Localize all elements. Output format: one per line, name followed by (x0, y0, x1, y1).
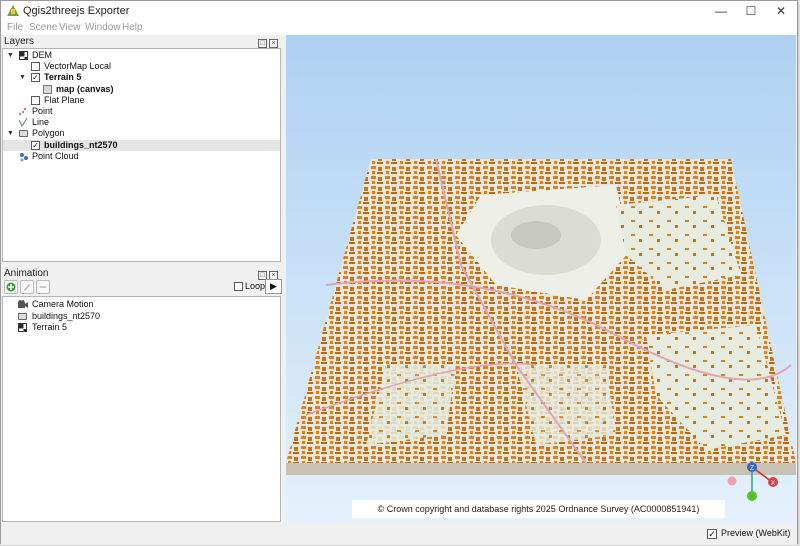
point-cloud-icon (19, 152, 28, 162)
layer-checkbox[interactable]: ✓ (31, 73, 40, 83)
dem-grid-icon (19, 51, 28, 60)
preview-checkbox[interactable]: ✓ (707, 529, 717, 539)
edit-keyframe-icon[interactable] (20, 280, 34, 294)
menu-scene[interactable]: Scene (29, 22, 57, 33)
layer-row[interactable]: ▼ Polygon (3, 128, 280, 139)
line-icon (18, 117, 28, 128)
exporter-window: Qgis2threejs Exporter — ☐ ✕ File Scene V… (0, 0, 798, 545)
layer-label: DEM (32, 50, 52, 60)
window-title: Qgis2threejs Exporter (23, 5, 130, 17)
menu-bar: File Scene View Window Help (1, 21, 797, 35)
layer-row[interactable]: ▼ ✓ Terrain 5 (3, 72, 280, 83)
close-icon[interactable]: × (269, 39, 278, 48)
menu-view[interactable]: View (59, 22, 81, 33)
polygon-icon (18, 312, 27, 320)
maximize-button[interactable]: ☐ (736, 1, 766, 21)
preview-label: Preview (WebKit) (721, 528, 791, 538)
animation-panel-header: Animation □ × (2, 267, 282, 280)
layer-row[interactable]: Line (3, 117, 280, 128)
animation-item[interactable]: Camera Motion (3, 299, 280, 310)
map-layer-icon (43, 84, 52, 94)
polygon-icon (19, 130, 28, 138)
menu-help[interactable]: Help (122, 22, 143, 33)
layer-row[interactable]: VectorMap Local (3, 61, 280, 72)
axis-x-label: X (771, 480, 776, 487)
point-icon (19, 107, 26, 115)
loop-checkbox[interactable] (234, 282, 243, 291)
play-button[interactable]: ▶ (265, 279, 282, 294)
layer-label: Point (32, 106, 53, 116)
layer-row[interactable]: ✓ buildings_nt2570 (3, 139, 280, 151)
layer-row[interactable]: Flat Plane (3, 95, 280, 106)
animation-item-label: Terrain 5 (32, 322, 68, 332)
expand-arrow-icon[interactable]: ▼ (7, 128, 15, 139)
layers-panel-header: Layers □ × (2, 35, 282, 48)
layer-label: VectorMap Local (44, 61, 112, 72)
float-icon[interactable]: □ (258, 39, 267, 48)
animation-panel-title: Animation (4, 268, 49, 279)
expand-arrow-icon[interactable]: ▼ (7, 50, 15, 61)
layers-tree: ▼ DEM VectorMap Local ▼ ✓ Terrain 5 map (canva… (2, 48, 281, 262)
dem-grid-icon (18, 323, 27, 332)
remove-keyframe-icon[interactable] (36, 280, 50, 294)
layers-panel-title: Layers (4, 36, 35, 47)
layer-checkbox[interactable] (31, 95, 40, 105)
layer-row[interactable]: Point Cloud (3, 151, 280, 162)
status-bar: ✓ Preview (WebKit) (1, 523, 797, 545)
close-button[interactable]: ✕ (766, 1, 796, 21)
axis-z-label: Z (750, 465, 755, 472)
layer-row[interactable]: Point (3, 106, 280, 117)
layer-label: Point Cloud (32, 150, 79, 161)
loop-label: Loop (245, 281, 266, 291)
menu-file[interactable]: File (7, 22, 23, 33)
animation-item[interactable]: buildings_nt2570 (3, 311, 280, 322)
animation-tree: Camera Motion buildings_nt2570 Terrain 5 (2, 296, 281, 522)
animation-item[interactable]: Terrain 5 (3, 322, 280, 333)
layer-label: buildings_nt2570 (44, 139, 118, 150)
title-bar: Qgis2threejs Exporter — ☐ ✕ (1, 1, 797, 21)
layer-label: map (canvas) (56, 83, 114, 94)
layer-row[interactable]: map (canvas) (3, 84, 280, 95)
add-keyframe-icon[interactable] (4, 280, 18, 294)
menu-window[interactable]: Window (85, 22, 121, 33)
minimize-button[interactable]: — (706, 1, 736, 21)
layer-label: Flat Plane (44, 94, 85, 105)
layer-label: Polygon (32, 128, 65, 139)
preview-3d-view[interactable]: Z X © Crown copyright and database right… (286, 35, 796, 523)
terrain-scene: Z X (286, 158, 796, 501)
layer-label: Terrain 5 (44, 72, 82, 83)
animation-item-label: buildings_nt2570 (32, 310, 101, 321)
copyright-notice: © Crown copyright and database rights 20… (352, 500, 725, 518)
camera-icon (18, 300, 28, 309)
expand-arrow-icon[interactable]: ▼ (19, 72, 27, 83)
animation-item-label: Camera Motion (32, 299, 94, 309)
layer-checkbox[interactable] (31, 62, 40, 72)
qgis-app-icon (7, 5, 19, 16)
layer-checkbox[interactable]: ✓ (31, 140, 40, 150)
layer-label: Line (32, 117, 50, 128)
layer-row[interactable]: ▼ DEM (3, 50, 280, 61)
